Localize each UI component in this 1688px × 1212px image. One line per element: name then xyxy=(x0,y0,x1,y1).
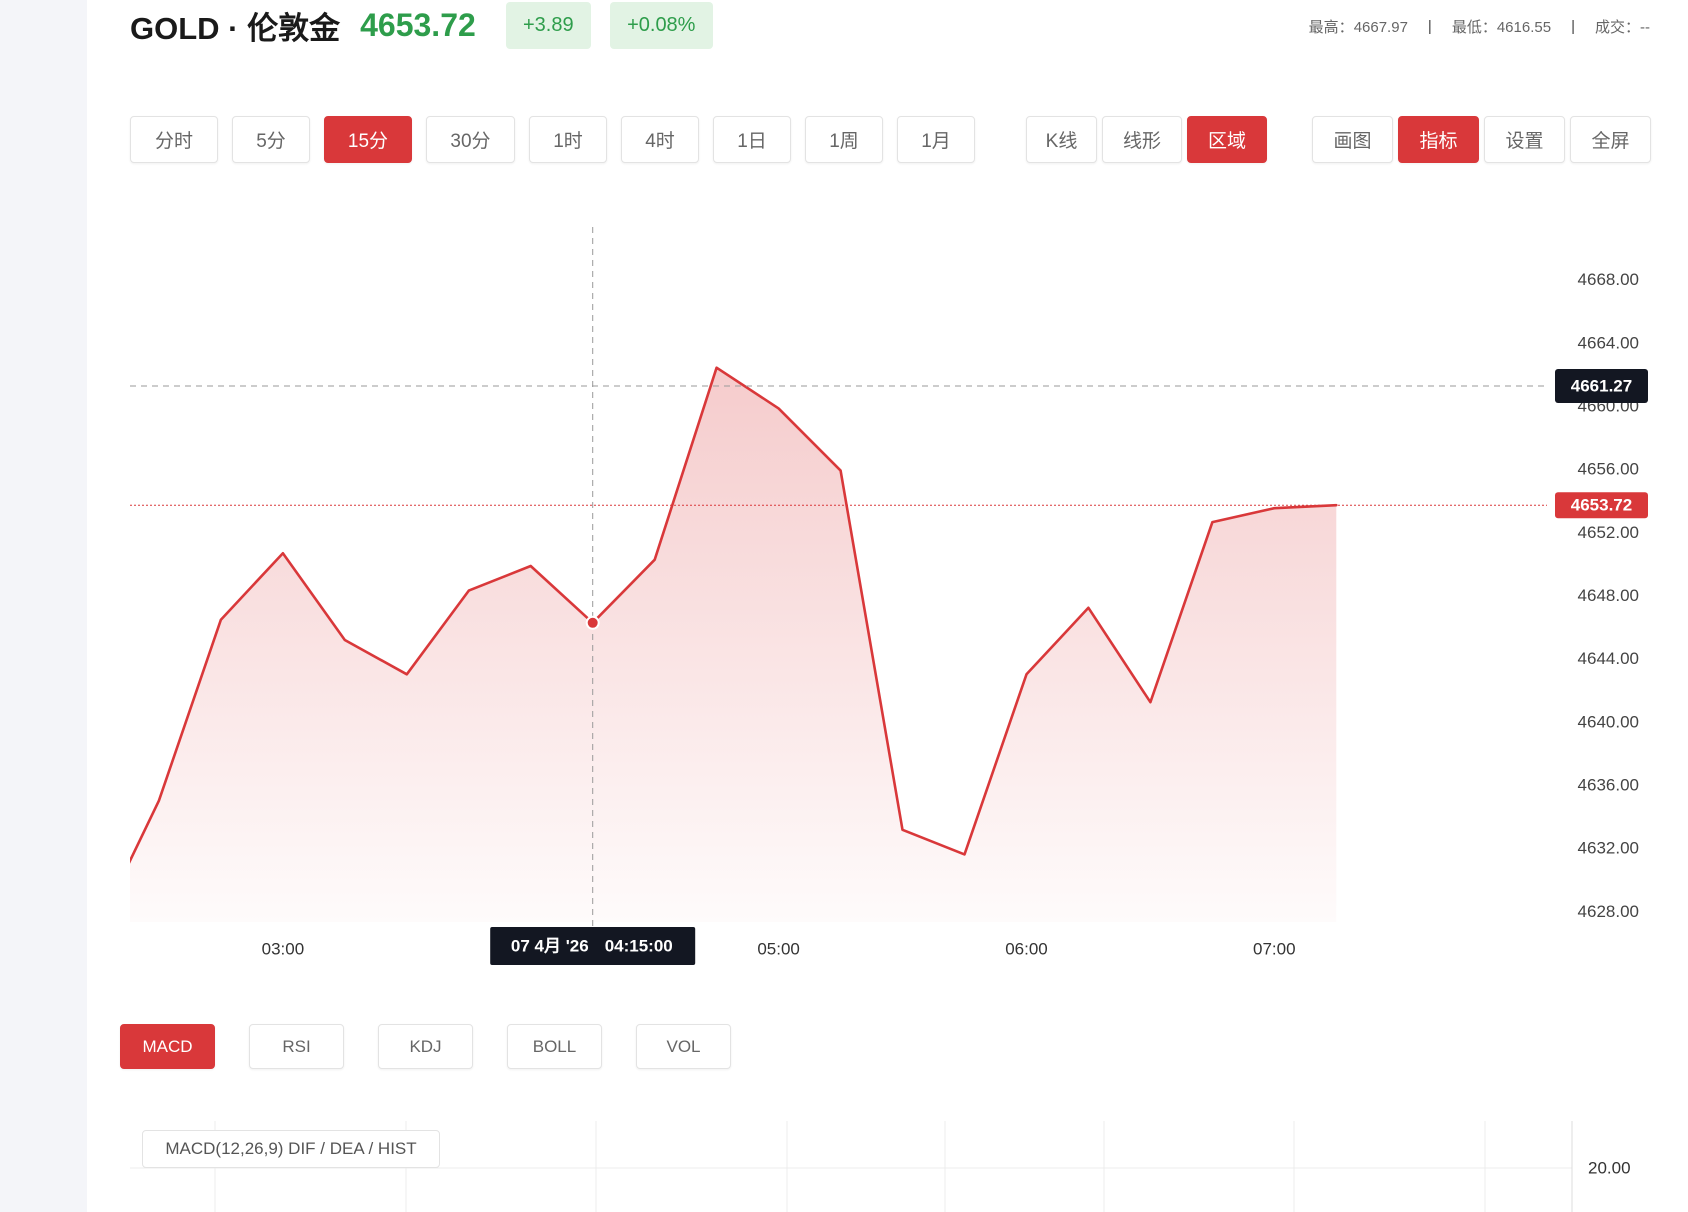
interval-button-30m[interactable]: 30分 xyxy=(426,116,515,163)
crosshair-y-tag: 4661.27 xyxy=(1555,369,1648,403)
indicator-tab-macd[interactable]: MACD xyxy=(120,1024,215,1069)
data-point xyxy=(899,826,907,834)
y-tick-label: 4652.00 xyxy=(1578,523,1639,542)
crosshair-y-tag-label: 4661.27 xyxy=(1571,377,1632,396)
x-tick-label: 05:00 xyxy=(757,940,800,959)
crosshair-point xyxy=(585,615,600,630)
crosshair-x-tag: 07 4月 '26 04:15:00 xyxy=(490,927,696,965)
data-point xyxy=(527,562,535,570)
price-area-fill xyxy=(130,367,1337,922)
y-tick-label: 4628.00 xyxy=(1578,902,1639,921)
interval-button-15m[interactable]: 15分 xyxy=(324,116,412,163)
stat-volume: 成交：-- xyxy=(1595,16,1650,37)
draw-button[interactable]: 画图 xyxy=(1312,116,1393,163)
stat-value: 4667.97 xyxy=(1353,18,1408,36)
data-point xyxy=(1023,670,1031,678)
crosshair-time-label: 04:15:00 xyxy=(605,937,673,956)
stat-separator: | xyxy=(1427,17,1432,35)
x-tick-label: 07:00 xyxy=(1253,940,1296,959)
indicators-button[interactable]: 指标 xyxy=(1398,116,1479,163)
data-point xyxy=(403,670,411,678)
interval-selector: 分时 5分 15分 30分 1时 4时 1日 1周 1月 xyxy=(130,116,975,163)
stat-high: 最高：4667.97 xyxy=(1309,16,1408,37)
macd-legend: MACD(12,26,9) DIF / DEA / HIST xyxy=(142,1130,440,1168)
plot-area xyxy=(93,364,1338,933)
macd-y-tick-label: 20.00 xyxy=(1588,1159,1631,1178)
data-point xyxy=(713,364,721,372)
x-axis-labels: 03:00 05:00 06:00 07:00 xyxy=(262,940,1296,959)
data-point xyxy=(651,556,659,564)
indicator-tab-vol[interactable]: VOL xyxy=(636,1024,731,1069)
price-change-badge: +3.89 xyxy=(505,2,591,49)
interval-button-1h[interactable]: 1时 xyxy=(529,116,607,163)
fullscreen-button[interactable]: 全屏 xyxy=(1570,116,1651,163)
x-tick-label: 06:00 xyxy=(1005,940,1048,959)
symbol-title: GOLD · 伦敦金 xyxy=(130,11,341,46)
interval-button-realtime[interactable]: 分时 xyxy=(130,116,218,163)
indicator-tab-kdj[interactable]: KDJ xyxy=(378,1024,473,1069)
data-point xyxy=(1146,698,1154,706)
stat-label: 最低： xyxy=(1451,18,1497,36)
data-point xyxy=(1208,518,1216,526)
indicator-tab-boll[interactable]: BOLL xyxy=(507,1024,602,1069)
y-tick-label: 4648.00 xyxy=(1578,586,1639,605)
data-point xyxy=(837,467,845,475)
y-tick-label: 4632.00 xyxy=(1578,839,1639,858)
y-tick-label: 4640.00 xyxy=(1578,712,1639,731)
interval-button-5m[interactable]: 5分 xyxy=(232,116,310,163)
chart-type-button-candlestick[interactable]: K线 xyxy=(1026,116,1097,163)
data-point xyxy=(775,404,783,412)
last-price: 4653.72 xyxy=(360,7,476,43)
data-point xyxy=(341,636,349,644)
interval-button-4h[interactable]: 4时 xyxy=(621,116,699,163)
y-tick-label: 4664.00 xyxy=(1578,333,1639,352)
y-tick-label: 4636.00 xyxy=(1578,776,1639,795)
y-tick-label: 4644.00 xyxy=(1578,649,1639,668)
interval-button-1w[interactable]: 1周 xyxy=(805,116,883,163)
interval-button-1mo[interactable]: 1月 xyxy=(897,116,975,163)
last-price-tag: 4653.72 xyxy=(1555,492,1648,519)
indicator-tab-rsi[interactable]: RSI xyxy=(249,1024,344,1069)
data-point xyxy=(93,925,101,933)
price-chart[interactable]: 4628.00 4632.00 4636.00 4640.00 4644.00 4648.… xyxy=(0,200,1688,990)
stat-value: 4616.55 xyxy=(1496,18,1552,36)
crosshair-date-label: 07 4月 '26 xyxy=(511,937,589,956)
price-change-percent-badge: +0.08% xyxy=(609,2,713,49)
stat-low: 最低：4616.55 xyxy=(1452,16,1551,37)
chart-type-button-area[interactable]: 区域 xyxy=(1187,116,1267,163)
indicator-tabs: MACD RSI KDJ BOLL VOL xyxy=(120,1024,731,1069)
chart-tools: 画图 指标 设置 全屏 xyxy=(1312,116,1651,163)
interval-button-1d[interactable]: 1日 xyxy=(713,116,791,163)
data-point xyxy=(217,616,225,624)
chart-type-button-line[interactable]: 线形 xyxy=(1102,116,1182,163)
chart-type-selector: K线 线形 区域 xyxy=(1026,116,1267,163)
data-point xyxy=(961,850,969,858)
y-axis-labels: 4628.00 4632.00 4636.00 4640.00 4644.00 4648.… xyxy=(1578,270,1639,921)
data-point xyxy=(465,587,473,595)
stat-value: -- xyxy=(1640,18,1650,36)
data-point xyxy=(155,797,163,805)
quote-header: GOLD · 伦敦金 4653.72 +3.89 +0.08% xyxy=(130,2,713,49)
stat-separator: | xyxy=(1571,17,1575,35)
y-tick-label: 4656.00 xyxy=(1578,460,1639,479)
settings-button[interactable]: 设置 xyxy=(1484,116,1565,163)
stat-label: 成交： xyxy=(1594,18,1640,36)
data-point xyxy=(1084,604,1092,612)
y-tick-label: 4668.00 xyxy=(1578,270,1639,289)
last-price-tag-label: 4653.72 xyxy=(1571,496,1632,515)
x-tick-label: 03:00 xyxy=(262,940,305,959)
data-point xyxy=(279,549,287,557)
session-stats: 最高：4667.97 | 最低：4616.55 | 成交：-- xyxy=(1309,14,1650,38)
stat-label: 最高： xyxy=(1308,18,1354,36)
